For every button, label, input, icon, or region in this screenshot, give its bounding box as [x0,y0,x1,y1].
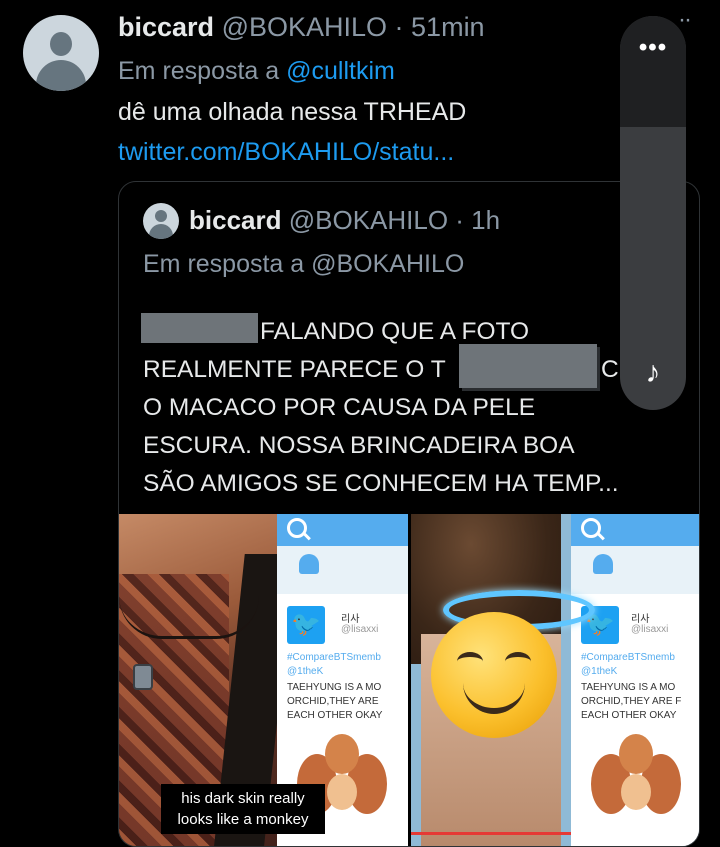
orchid-face [327,774,357,810]
media-image-left[interactable]: 🐦 리사 @lisaxxi #CompareBTSmemb @1theK TAE… [119,514,408,846]
embedded-tweet-card: 🐦 리사 @lisaxxi #CompareBTSmemb @1theK TAE… [571,594,699,846]
card-line-2: ORCHID,THEY ARE [287,696,379,707]
quoted-line-5: SÃO AMIGOS SE CONHECEM HA TEMP... [143,470,619,497]
quoted-reply-context: Em resposta a @BOKAHILO [143,250,465,278]
quoted-line-2: REALMENTE PARECE O T C [143,351,683,389]
quoted-line-4: ESCURA. NOSSA BRINCADEIRA BOA [143,432,575,459]
reply-context: Em resposta a @culltkim [118,57,395,86]
avatar-body-shape [36,60,86,91]
bell-icon [299,554,319,574]
quoted-line-3: O MACACO POR CAUSA DA PELE [143,394,536,421]
more-menu-icon[interactable]: ••• [620,34,686,62]
emoji-mouth [463,678,525,714]
quoted-line-2-tail: C [601,356,619,383]
emoji-eye [457,652,483,671]
orchid-image [591,734,681,846]
card-mention: @1theK [581,666,618,677]
quoted-header: biccard @BOKAHILO · 1h [189,205,500,236]
audio-icon[interactable]: ♪ [620,356,686,390]
card-mention: @1theK [287,666,324,677]
phone-top-bar [571,514,699,546]
pendant-shape [133,664,153,690]
media-image-right[interactable]: 🐦 리사 @lisaxxi #CompareBTSmemb @1theK TAE… [411,514,699,846]
author-name[interactable]: biccard [118,12,214,42]
quoted-line-2-text: REALMENTE PARECE O T [143,356,446,383]
card-handle: @lisaxxi [341,624,379,635]
card-line-2: ORCHID,THEY ARE F [581,696,682,707]
search-icon [287,518,307,538]
orchid-petal [325,734,359,774]
quoted-avatar-body-shape [149,224,173,239]
twitter-bird-icon: 🐦 [287,606,325,644]
quoted-avatar [143,203,179,239]
orchid-petal [619,734,653,774]
smiling-face-with-halo-emoji [431,612,557,738]
card-line-1: TAEHYUNG IS A MO [581,682,676,693]
floating-control-panel[interactable]: ••• ♪ [620,16,686,410]
progress-line [411,832,571,835]
search-icon [581,518,601,538]
orchid-face [621,774,651,810]
quoted-author-handle: @BOKAHILO [288,205,449,235]
phone-top-bar [277,514,408,546]
card-line-3: EACH OTHER OKAY [581,710,677,721]
tweet-time: · 51min [394,12,485,42]
redaction-block [459,344,597,388]
card-account: 리사 [631,614,650,625]
card-line-3: EACH OTHER OKAY [287,710,383,721]
tweet-header: biccard @BOKAHILO · 51min [118,12,485,43]
quoted-time: · 1h [455,205,501,235]
video-caption: his dark skin really looks like a monkey [161,784,325,834]
caption-line-2: looks like a monkey [177,811,309,828]
bell-icon [593,554,613,574]
quoted-author-name: biccard [189,205,282,235]
card-account: 리사 [341,614,360,625]
tweet-link[interactable]: twitter.com/BOKAHILO/statu... [118,138,454,167]
avatar[interactable] [23,15,99,91]
author-handle[interactable]: @BOKAHILO [222,12,387,42]
card-hashtag: #CompareBTSmemb [287,652,381,663]
card-hashtag: #CompareBTSmemb [581,652,675,663]
emoji-eye [505,652,531,671]
reply-prefix: Em resposta a [118,57,280,85]
quoted-avatar-head-shape [155,210,167,222]
phone-screenshot: 🐦 리사 @lisaxxi #CompareBTSmemb @1theK TAE… [571,514,699,846]
card-handle: @lisaxxi [631,624,669,635]
panel-top-section [620,16,686,127]
avatar-head-shape [50,32,72,56]
tweet-text: dê uma olhada nessa TRHEAD [118,98,467,126]
caption-line-1: his dark skin really [181,790,305,807]
reply-mention-link[interactable]: @culltkim [286,57,395,85]
quoted-tweet[interactable]: biccard @BOKAHILO · 1h Em resposta a @BO… [118,181,700,847]
card-line-1: TAEHYUNG IS A MO [287,682,382,693]
redaction-block [141,313,258,343]
necklace-shape [119,596,259,639]
